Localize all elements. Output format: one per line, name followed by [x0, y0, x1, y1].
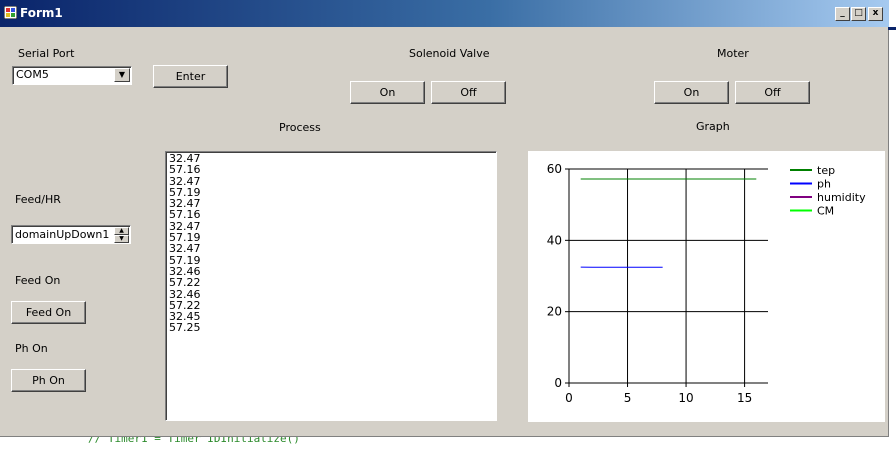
graph-chart: 0 20 40 60 0 5 10 15 tep ph humidity CM: [528, 151, 885, 422]
serial-port-label: Serial Port: [18, 47, 75, 60]
process-label: Process: [279, 121, 321, 134]
window-edge: [888, 27, 896, 30]
moter-off-button[interactable]: Off: [735, 81, 810, 104]
close-button[interactable]: x: [868, 7, 883, 21]
spin-up-icon[interactable]: ▲: [114, 227, 129, 235]
process-line: 57.22: [169, 276, 201, 290]
serial-port-value: COM5: [16, 68, 49, 81]
feed-on-label: Feed On: [15, 274, 61, 287]
minimize-button[interactable]: _: [835, 7, 850, 21]
moter-label: Moter: [717, 47, 749, 60]
main-window: Form1 _ □ x Serial Port COM5 ▼ Enter Sol…: [0, 0, 889, 437]
process-line: 32.47: [169, 242, 201, 256]
feed-hr-label: Feed/HR: [15, 193, 61, 206]
y-tick-label: 60: [547, 162, 562, 176]
maximize-button[interactable]: □: [851, 7, 866, 21]
background-code-text: // Timer1 = Timer IDInitialize(): [88, 437, 300, 445]
background-code-strip: // Timer1 = Timer IDInitialize(): [0, 437, 896, 454]
window-title: Form1: [20, 6, 63, 20]
spin-down-icon[interactable]: ▼: [114, 235, 129, 243]
serial-port-combobox[interactable]: COM5 ▼: [12, 66, 132, 85]
title-bar[interactable]: Form1 _ □ x: [0, 0, 889, 27]
process-line: 57.16: [169, 163, 201, 177]
x-tick-label: 15: [737, 391, 752, 405]
feed-on-button[interactable]: Feed On: [11, 301, 86, 324]
y-tick-label: 0: [554, 376, 562, 390]
x-tick-label: 5: [624, 391, 632, 405]
ph-on-label: Ph On: [15, 342, 48, 355]
legend-label-CM: CM: [817, 205, 834, 218]
feed-updown-value: domainUpDown1: [15, 228, 110, 241]
y-tick-label: 40: [547, 233, 562, 247]
legend-label-tep: tep: [817, 164, 835, 177]
app-icon: [4, 6, 17, 19]
process-listbox[interactable]: 32.47 57.16 32.47 57.19 32.47 57.16 32.47 57.19…: [165, 151, 497, 421]
process-line: 57.25: [169, 321, 201, 335]
ph-on-button[interactable]: Ph On: [11, 369, 86, 392]
process-lines: 32.47 57.16 32.47 57.19 32.47 57.16 32.47 57.19…: [169, 153, 201, 334]
dropdown-arrow-icon[interactable]: ▼: [114, 68, 130, 82]
chart-svg: 0 20 40 60 0 5 10 15 tepphhumidityCM: [547, 162, 866, 405]
solenoid-off-button[interactable]: Off: [431, 81, 506, 104]
moter-on-button[interactable]: On: [654, 81, 729, 104]
y-tick-label: 20: [547, 305, 562, 319]
graph-label: Graph: [696, 120, 730, 133]
x-tick-label: 0: [565, 391, 573, 405]
solenoid-on-button[interactable]: On: [350, 81, 425, 104]
legend-label-ph: ph: [817, 178, 831, 191]
solenoid-valve-label: Solenoid Valve: [409, 47, 490, 60]
x-tick-label: 10: [678, 391, 693, 405]
enter-button[interactable]: Enter: [153, 65, 228, 88]
feed-domain-updown[interactable]: domainUpDown1 ▲ ▼: [11, 225, 131, 244]
legend-label-humidity: humidity: [817, 191, 866, 204]
